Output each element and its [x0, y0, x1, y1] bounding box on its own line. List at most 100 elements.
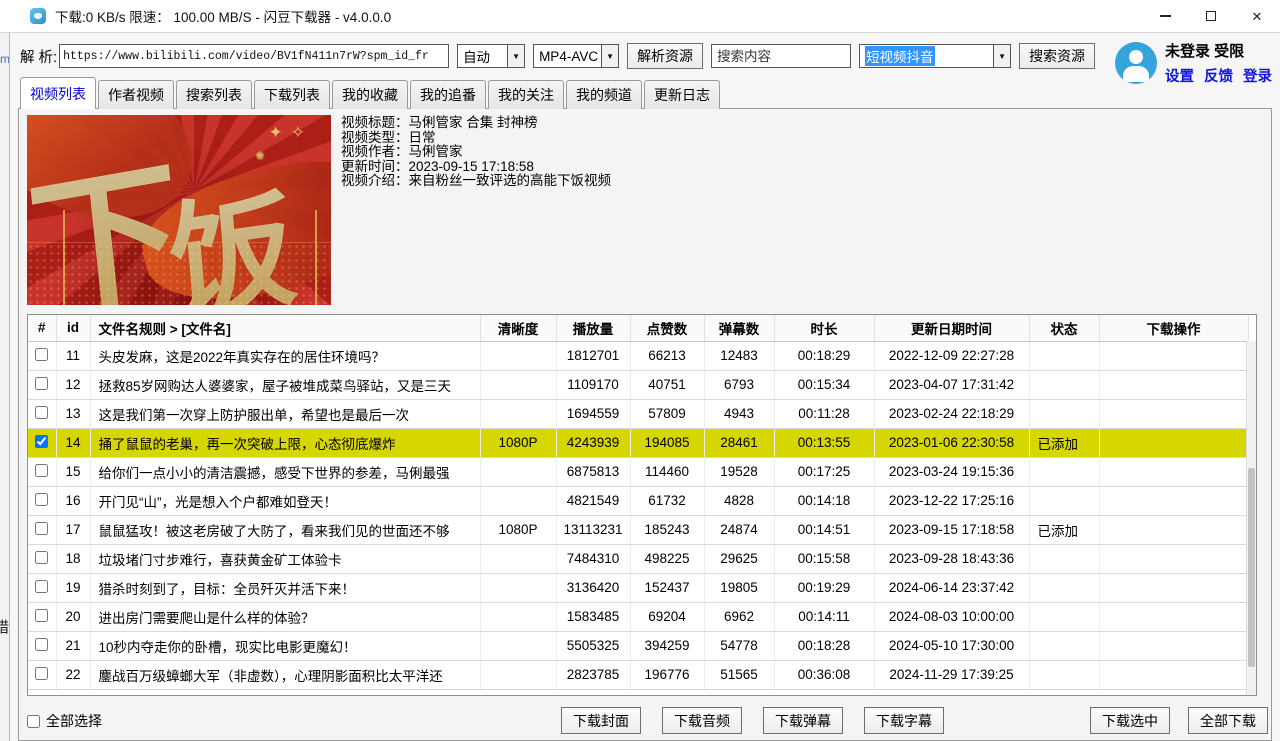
cell-title: 捅了鼠鼠的老巢，再一次突破上限，心态彻底爆炸 [90, 428, 480, 457]
parse-resource-button[interactable]: 解析资源 [627, 43, 703, 69]
row-checkbox[interactable] [35, 667, 48, 680]
background-text-fragment: m [0, 52, 10, 66]
row-checkbox[interactable] [35, 464, 48, 477]
login-link[interactable]: 登录 [1243, 65, 1272, 86]
cell-ops [1099, 660, 1248, 689]
row-checkbox[interactable] [35, 493, 48, 506]
cell-updated: 2023-09-15 17:18:58 [874, 515, 1029, 544]
tab-changelog[interactable]: 更新日志 [644, 80, 720, 109]
table-row[interactable]: 15给你们一点小小的清洁震撼，感受下世界的参差，马俐最强687581311446… [28, 457, 1248, 486]
row-checkbox[interactable] [35, 406, 48, 419]
row-checkbox[interactable] [35, 551, 48, 564]
cell-updated: 2023-01-06 22:30:58 [874, 428, 1029, 457]
download-buttons-right-group: 下载选中全部下载 [1090, 707, 1268, 734]
row-checkbox[interactable] [35, 580, 48, 593]
avatar[interactable] [1115, 42, 1157, 84]
scrollbar-thumb[interactable] [1248, 468, 1255, 666]
chevron-down-icon: ▼ [507, 45, 524, 67]
download-selected-button[interactable]: 下载选中 [1090, 707, 1170, 734]
download-subtitle-button[interactable]: 下载字幕 [864, 707, 944, 734]
table-row[interactable]: 22鏖战百万级蟑螂大军（非虚数），心理阴影面积比太平洋还282378519677… [28, 660, 1248, 689]
cell-updated: 2024-11-29 17:39:25 [874, 660, 1029, 689]
download-danmaku-button[interactable]: 下载弹幕 [763, 707, 843, 734]
table-row[interactable]: 2110秒内夺走你的卧槽，现实比电影更魔幻！550532539425954778… [28, 631, 1248, 660]
cell-danmaku: 19528 [704, 457, 774, 486]
table-row[interactable]: 18垃圾堵门寸步难行，喜获黄金矿工体验卡74843104982252962500… [28, 544, 1248, 573]
maximize-button[interactable] [1188, 0, 1234, 32]
download-audio-button[interactable]: 下载音频 [662, 707, 742, 734]
banner-text: 饭 [162, 146, 303, 305]
cell-views: 2823785 [556, 660, 630, 689]
cell-quality [480, 660, 556, 689]
cell-title: 鏖战百万级蟑螂大军（非虚数），心理阴影面积比太平洋还 [90, 660, 480, 689]
table-row[interactable]: 14捅了鼠鼠的老巢，再一次突破上限，心态彻底爆炸1080P42439391940… [28, 428, 1248, 457]
cell-id: 14 [56, 428, 90, 457]
select-all-checkbox[interactable] [27, 715, 40, 728]
row-checkbox[interactable] [35, 377, 48, 390]
table-row[interactable]: 16开门见“山”，光是想入个户都难如登天！482154961732482800:… [28, 486, 1248, 515]
tab-my-bangumi[interactable]: 我的追番 [410, 80, 486, 109]
tab-download-list[interactable]: 下载列表 [254, 80, 330, 109]
cell-danmaku: 4828 [704, 486, 774, 515]
tab-my-favorites[interactable]: 我的收藏 [332, 80, 408, 109]
column-header[interactable]: 下载操作 [1099, 315, 1248, 341]
table-row[interactable]: 12拯救85岁网购达人婆婆家，屋子被堆成菜鸟驿站，又是三天11091704075… [28, 370, 1248, 399]
tab-video-list[interactable]: 视频列表 [20, 77, 96, 109]
search-resource-button[interactable]: 搜索资源 [1019, 43, 1095, 69]
cell-quality [480, 602, 556, 631]
format-select-value: MP4-AVC [534, 45, 601, 67]
tab-author-videos[interactable]: 作者视频 [98, 80, 174, 109]
minimize-button[interactable] [1142, 0, 1188, 32]
table-row[interactable]: 19猎杀时刻到了，目标：全员歼灭并活下来！3136420152437198050… [28, 573, 1248, 602]
column-header[interactable]: 点赞数 [630, 315, 704, 341]
cell-title: 给你们一点小小的清洁震撼，感受下世界的参差，马俐最强 [90, 457, 480, 486]
column-header[interactable]: 弹幕数 [704, 315, 774, 341]
column-header[interactable]: 播放量 [556, 315, 630, 341]
tab-my-channels[interactable]: 我的频道 [566, 80, 642, 109]
login-status: 未登录 受限 [1165, 40, 1272, 61]
video-info: 视频标题：马俐管家 合集 封神榜视频类型：日常视频作者：马俐管家更新时间：202… [341, 116, 611, 189]
table-row[interactable]: 17鼠鼠猛攻！被这老房破了大防了，看来我们见的世面还不够1080P1311323… [28, 515, 1248, 544]
row-checkbox[interactable] [35, 609, 48, 622]
cell-views: 4243939 [556, 428, 630, 457]
column-header[interactable]: 状态 [1029, 315, 1099, 341]
feedback-link[interactable]: 反馈 [1204, 65, 1233, 86]
column-header[interactable]: id [56, 315, 90, 341]
close-button[interactable]: ✕ [1234, 0, 1280, 32]
cell-danmaku: 28461 [704, 428, 774, 457]
column-header[interactable]: 时长 [774, 315, 874, 341]
quality-select[interactable]: 自动 ▼ [457, 44, 525, 68]
settings-link[interactable]: 设置 [1165, 65, 1194, 86]
tab-search-list[interactable]: 搜索列表 [176, 80, 252, 109]
download-cover-button[interactable]: 下载封面 [561, 707, 641, 734]
url-input[interactable] [59, 44, 449, 68]
format-select[interactable]: MP4-AVC ▼ [533, 44, 619, 68]
row-checkbox[interactable] [35, 348, 48, 361]
table-row[interactable]: 20进出房门需要爬山是什么样的体验？158348569204696200:14:… [28, 602, 1248, 631]
cell-views: 1812701 [556, 341, 630, 370]
cell-danmaku: 24874 [704, 515, 774, 544]
source-select[interactable]: 短视频抖音 ▼ [859, 44, 1011, 68]
download-all-button[interactable]: 全部下载 [1188, 707, 1268, 734]
video-info-description: 视频介绍：来自粉丝一致评选的高能下饭视频 [341, 174, 611, 189]
tab-my-following[interactable]: 我的关注 [488, 80, 564, 109]
chevron-down-icon: ▼ [601, 45, 618, 67]
table-row[interactable]: 11头皮发麻，这是2022年真实存在的居住环境吗？181270166213124… [28, 341, 1248, 370]
cell-danmaku: 19805 [704, 573, 774, 602]
cell-status [1029, 486, 1099, 515]
column-header[interactable]: # [28, 315, 56, 341]
column-header[interactable]: 文件名规则 > [文件名] [90, 315, 480, 341]
select-all-label: 全部选择 [46, 711, 102, 731]
column-header[interactable]: 清晰度 [480, 315, 556, 341]
select-all[interactable]: 全部选择 [27, 711, 102, 731]
cell-title: 垃圾堵门寸步难行，喜获黄金矿工体验卡 [90, 544, 480, 573]
cell-views: 1583485 [556, 602, 630, 631]
row-checkbox[interactable] [35, 638, 48, 651]
row-checkbox[interactable] [35, 435, 48, 448]
vertical-scrollbar[interactable] [1246, 341, 1256, 695]
table-row[interactable]: 13这是我们第一次穿上防护服出单，希望也是最后一次169455957809494… [28, 399, 1248, 428]
cell-ops [1099, 573, 1248, 602]
row-checkbox[interactable] [35, 522, 48, 535]
column-header[interactable]: 更新日期时间 [874, 315, 1029, 341]
search-input[interactable] [711, 44, 851, 68]
